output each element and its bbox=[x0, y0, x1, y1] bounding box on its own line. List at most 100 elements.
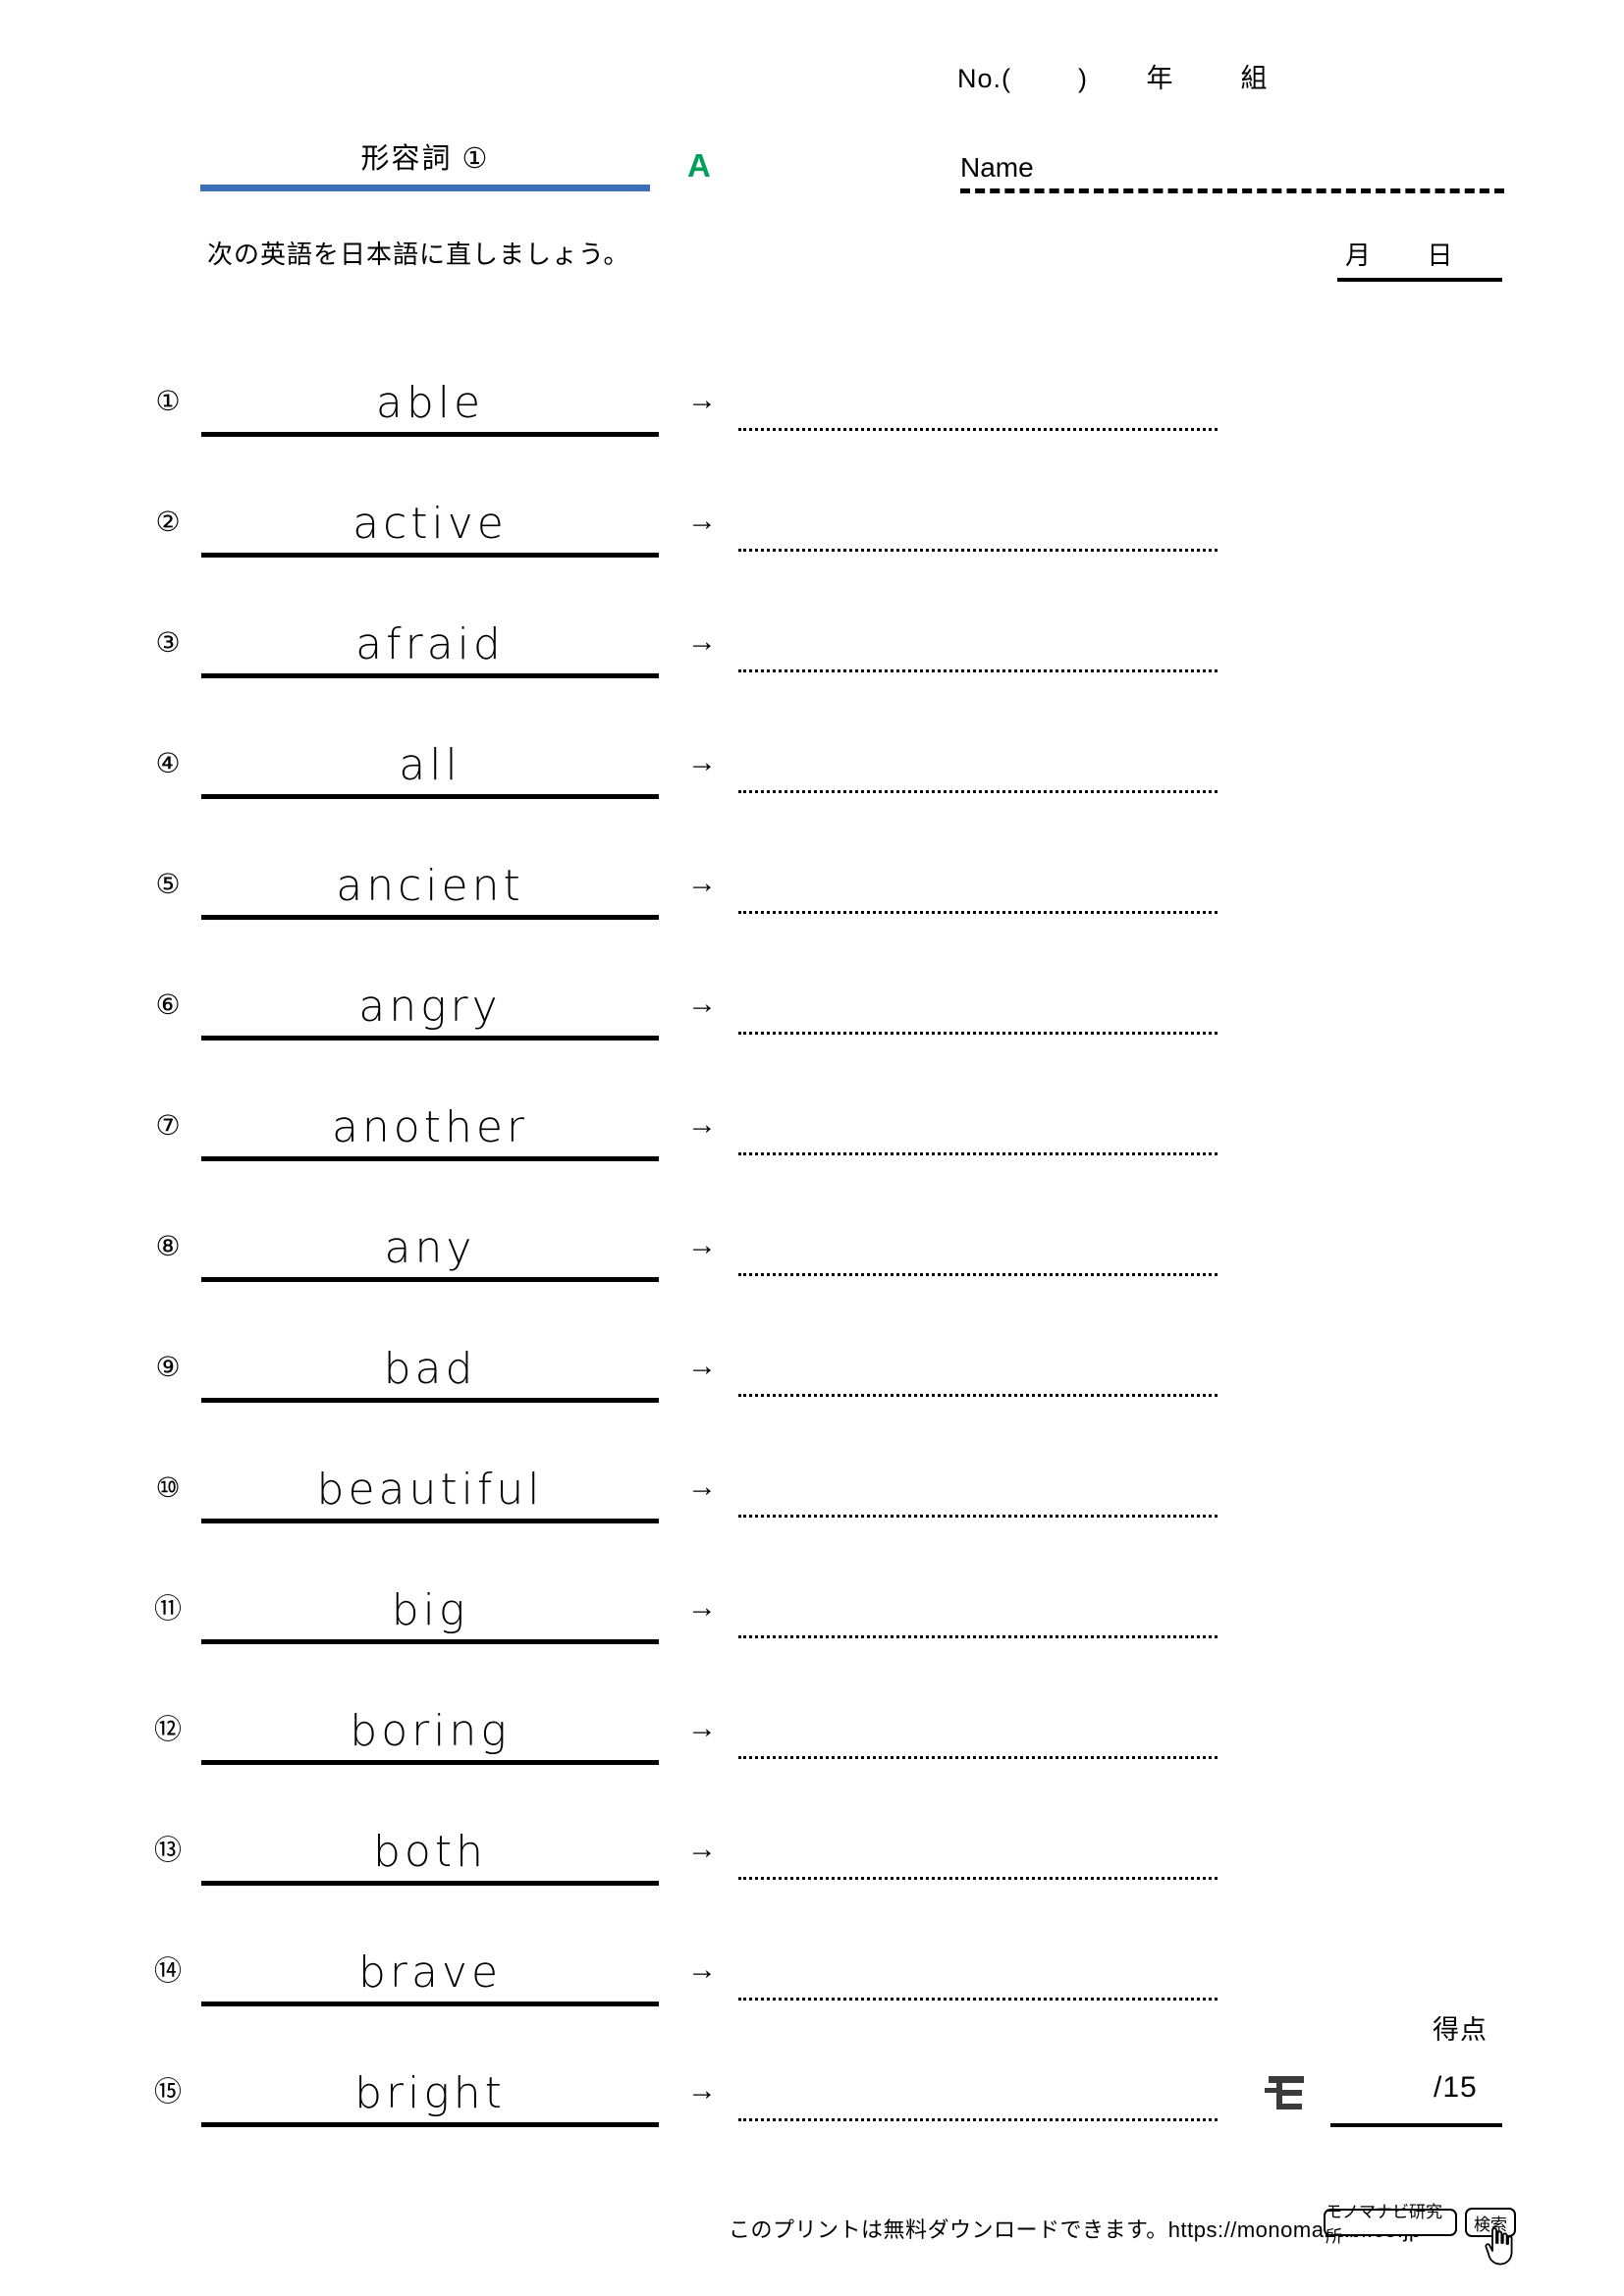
problem-number: ⑭ bbox=[153, 1955, 182, 1986]
question-word: any bbox=[384, 1222, 476, 1273]
answer-write-line[interactable] bbox=[738, 1756, 1218, 1759]
answer-write-line[interactable] bbox=[738, 911, 1218, 914]
question-word: angry bbox=[358, 981, 502, 1032]
question-word-cell: big bbox=[201, 1584, 659, 1644]
question-word-cell: another bbox=[201, 1101, 659, 1161]
question-word-cell: active bbox=[201, 498, 659, 558]
student-number-field: No.( ) 年 組 bbox=[957, 64, 1269, 93]
arrow-icon: → bbox=[687, 1712, 717, 1744]
question-word-cell: ancient bbox=[201, 860, 659, 920]
question-word-cell: able bbox=[201, 377, 659, 437]
problem-number: ⑨ bbox=[155, 1352, 181, 1382]
problem-row: ⑪ big → bbox=[0, 1523, 1624, 1644]
arrow-icon: → bbox=[687, 2074, 717, 2107]
arrow-icon: → bbox=[687, 384, 717, 416]
problem-row: ④ all → bbox=[0, 678, 1624, 799]
problem-row: ⑨ bad → bbox=[0, 1282, 1624, 1403]
problem-number: ⑦ bbox=[155, 1110, 181, 1141]
problem-row: ⑤ ancient → bbox=[0, 799, 1624, 920]
question-word-underline bbox=[201, 2122, 659, 2127]
question-word: beautiful bbox=[316, 1464, 544, 1515]
answer-write-line[interactable] bbox=[738, 428, 1218, 431]
question-word: another bbox=[331, 1101, 529, 1152]
question-word-cell: beautiful bbox=[201, 1464, 659, 1523]
arrow-icon: → bbox=[687, 625, 717, 658]
arrow-icon: → bbox=[687, 1108, 717, 1141]
question-word: brave bbox=[357, 1947, 503, 1998]
problem-number: ⑪ bbox=[153, 1593, 182, 1624]
problem-row: ⑧ any → bbox=[0, 1161, 1624, 1282]
problem-row: ⑥ angry → bbox=[0, 920, 1624, 1041]
answer-write-line[interactable] bbox=[738, 1515, 1218, 1518]
problem-number: ⑮ bbox=[153, 2076, 182, 2107]
question-word-cell: any bbox=[201, 1222, 659, 1282]
answer-write-line[interactable] bbox=[738, 1152, 1218, 1155]
score-total: /15 bbox=[1434, 2071, 1478, 2104]
arrow-icon: → bbox=[687, 867, 717, 899]
question-word: able bbox=[375, 377, 485, 428]
problem-number: ① bbox=[155, 386, 181, 416]
problem-number: ⑩ bbox=[155, 1472, 181, 1503]
page-title: 形容詞 ① bbox=[360, 143, 490, 175]
problem-row: ⑬ both → bbox=[0, 1765, 1624, 1886]
title-underline bbox=[200, 185, 650, 191]
name-write-line[interactable] bbox=[960, 188, 1504, 193]
problem-number: ⑥ bbox=[155, 989, 181, 1020]
arrow-icon: → bbox=[687, 1833, 717, 1865]
question-word-cell: brave bbox=[201, 1947, 659, 2006]
problem-number: ⑬ bbox=[153, 1835, 182, 1865]
arrow-icon: → bbox=[687, 1591, 717, 1624]
question-word: bright bbox=[354, 2067, 506, 2118]
question-word-cell: angry bbox=[201, 981, 659, 1041]
question-word-cell: all bbox=[201, 742, 659, 799]
problem-row: ⑫ boring → bbox=[0, 1644, 1624, 1765]
question-word-cell: afraid bbox=[201, 618, 659, 678]
date-label: 月 日 bbox=[1345, 240, 1455, 270]
arrow-icon: → bbox=[687, 1229, 717, 1261]
answer-write-line[interactable] bbox=[738, 790, 1218, 793]
date-write-line[interactable] bbox=[1337, 278, 1502, 282]
problem-number: ③ bbox=[155, 627, 181, 658]
score-label: 得点 bbox=[1433, 2015, 1488, 2045]
question-word-cell: both bbox=[201, 1826, 659, 1886]
answer-write-line[interactable] bbox=[738, 2118, 1218, 2121]
problem-number: ⑧ bbox=[155, 1231, 181, 1261]
question-word: ancient bbox=[336, 860, 524, 911]
worksheet-title-block: 形容詞 ① bbox=[200, 135, 650, 191]
problem-list: ① able → ② active → ③ afraid → ④ all → ⑤ ancient → ⑥ ang… bbox=[0, 316, 1624, 2127]
problem-number: ② bbox=[155, 507, 181, 537]
instruction-text: 次の英語を日本語に直しましょう。 bbox=[207, 240, 630, 269]
monomanabi-logo-icon bbox=[1265, 2066, 1308, 2115]
question-word: both bbox=[373, 1826, 487, 1877]
arrow-icon: → bbox=[687, 1953, 717, 1986]
worksheet-page: No.( ) 年 組 形容詞 ① A Name 次の英語を日本語に直しましょう。… bbox=[0, 0, 1624, 2296]
answer-write-line[interactable] bbox=[738, 1032, 1218, 1035]
problem-row: ② active → bbox=[0, 437, 1624, 558]
problem-row: ⑦ another → bbox=[0, 1041, 1624, 1161]
question-word: boring bbox=[350, 1705, 511, 1756]
answer-write-line[interactable] bbox=[738, 1998, 1218, 2001]
question-word: bad bbox=[383, 1343, 477, 1394]
problem-row: ⑮ bright → bbox=[0, 2006, 1624, 2127]
answer-write-line[interactable] bbox=[738, 669, 1218, 672]
question-word-cell: bad bbox=[201, 1343, 659, 1403]
answer-write-line[interactable] bbox=[738, 1273, 1218, 1276]
answer-write-line[interactable] bbox=[738, 1635, 1218, 1638]
section-mark-badge: A bbox=[687, 147, 711, 184]
problem-row: ⑩ beautiful → bbox=[0, 1403, 1624, 1523]
name-label: Name bbox=[960, 152, 1034, 183]
search-input[interactable]: モノマナビ研究所 bbox=[1324, 2203, 1457, 2246]
hand-cursor-icon bbox=[1483, 2226, 1516, 2266]
problem-row: ⑭ brave → bbox=[0, 1886, 1624, 2006]
answer-write-line[interactable] bbox=[738, 1394, 1218, 1397]
question-word: afraid bbox=[355, 618, 505, 669]
answer-write-line[interactable] bbox=[738, 1877, 1218, 1880]
problem-number: ⑤ bbox=[155, 869, 181, 899]
score-write-line[interactable] bbox=[1330, 2123, 1502, 2127]
answer-write-line[interactable] bbox=[738, 549, 1218, 552]
arrow-icon: → bbox=[687, 746, 717, 778]
question-word-cell: bright bbox=[201, 2067, 659, 2127]
question-word: big bbox=[391, 1584, 469, 1635]
question-word: active bbox=[352, 498, 508, 549]
arrow-icon: → bbox=[687, 1470, 717, 1503]
